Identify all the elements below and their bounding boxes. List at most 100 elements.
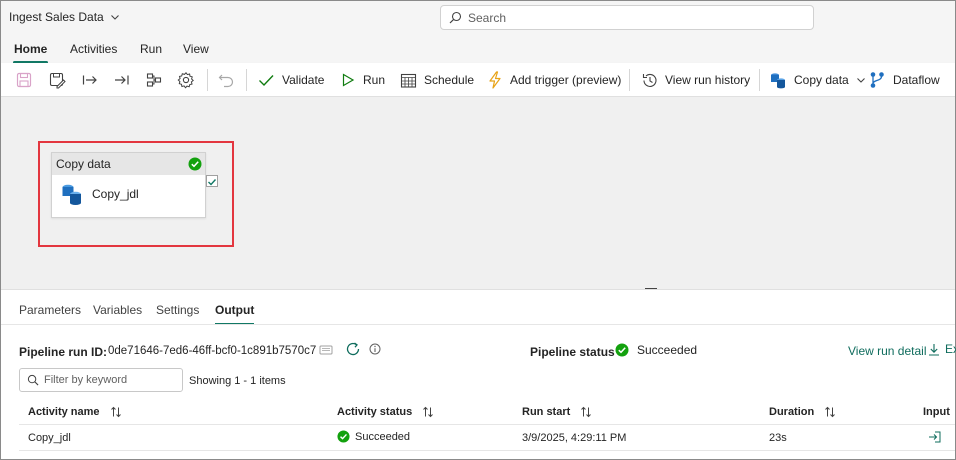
auto-align-button[interactable] [145, 63, 163, 97]
undo-icon [218, 74, 234, 88]
sort-icon [825, 406, 836, 418]
column-header-label: Activity status [337, 406, 413, 418]
run-id-value: 0de71646-7ed6-46ff-bcf0-1c891b7570c7 [108, 345, 317, 357]
duration-cell: 23s [769, 432, 787, 444]
lightning-icon [489, 71, 501, 89]
success-check-icon [337, 430, 350, 443]
checkmark-icon [208, 179, 217, 186]
download-icon [929, 343, 939, 356]
tab-activities[interactable]: Activities [70, 42, 117, 56]
run-id-label: Pipeline run ID: [19, 345, 108, 359]
pipeline-canvas[interactable]: Copy data Copy_jdl [1, 97, 955, 289]
arrow-right-bar-icon [82, 75, 97, 85]
dataflow-button[interactable]: Dataflow [869, 63, 940, 97]
save-icon [16, 72, 32, 88]
tab-parameters[interactable]: Parameters [19, 303, 81, 317]
activity-status-cell: Succeeded [337, 430, 410, 443]
activity-name-link[interactable]: Copy_jdl [28, 432, 71, 444]
undo-button[interactable] [217, 63, 235, 97]
skip-button[interactable] [113, 63, 131, 97]
copy-data-activity[interactable]: Copy data Copy_jdl [51, 152, 206, 218]
app-title-dropdown[interactable]: Ingest Sales Data [9, 10, 120, 24]
divider [1, 324, 955, 325]
run-button[interactable]: Run [340, 63, 385, 97]
view-run-detail-link[interactable]: View run detail [848, 344, 927, 358]
column-header-label: Input [923, 406, 950, 418]
refresh-icon[interactable] [345, 341, 361, 357]
activity-header: Copy data [52, 153, 205, 175]
arrow-to-end-icon [115, 75, 129, 85]
toolbar-divider [759, 69, 760, 91]
save-button[interactable] [15, 63, 33, 97]
sort-icon [581, 406, 592, 418]
input-icon[interactable] [928, 431, 941, 443]
layout-icon [146, 73, 162, 87]
save-as-button[interactable] [48, 63, 66, 97]
toolbar-divider [629, 69, 630, 91]
dataflow-label: Dataflow [893, 73, 940, 87]
view-run-history-button[interactable]: View run history [641, 63, 750, 97]
copy-data-icon [62, 184, 81, 205]
search-input[interactable] [468, 10, 788, 25]
schedule-button[interactable]: Schedule [400, 63, 474, 97]
column-header-input[interactable]: Input [923, 406, 950, 418]
column-header-label: Duration [769, 406, 815, 418]
tab-variables[interactable]: Variables [93, 303, 142, 317]
copy-data-dropdown[interactable]: Copy data [769, 63, 866, 97]
export-button[interactable]: Exp [928, 342, 956, 356]
copy-data-icon [771, 73, 785, 89]
settings-button[interactable] [177, 63, 195, 97]
tab-output[interactable]: Output [215, 303, 255, 325]
info-icon[interactable] [369, 343, 381, 355]
toolbar-divider [207, 69, 208, 91]
chevron-down-icon [856, 78, 865, 83]
validate-label: Validate [282, 73, 325, 87]
activity-status-value: Succeeded [355, 430, 411, 443]
column-header-label: Activity name [28, 406, 100, 418]
add-trigger-label: Add trigger (preview) [510, 73, 622, 87]
column-header-activity-name[interactable]: Activity name [28, 406, 122, 418]
search-box[interactable] [440, 5, 814, 30]
history-icon [642, 73, 657, 87]
copy-icon[interactable] [319, 344, 333, 356]
column-header-duration[interactable]: Duration [769, 406, 836, 418]
activity-type-label: Copy data [56, 157, 111, 171]
column-header-run-start[interactable]: Run start [522, 406, 592, 418]
output-panel: Parameters Variables Settings Output Pip… [1, 289, 956, 459]
pipeline-status-label: Pipeline status [530, 345, 615, 359]
tab-settings[interactable]: Settings [156, 303, 199, 317]
menu-bar: Home Activities Run View [1, 35, 955, 64]
tab-home[interactable]: Home [12, 42, 49, 64]
toolbar-divider [246, 69, 247, 91]
add-trigger-button[interactable]: Add trigger (preview) [487, 63, 621, 97]
connect-button[interactable] [81, 63, 99, 97]
export-label: Exp [945, 342, 956, 356]
schedule-label: Schedule [424, 73, 475, 87]
column-header-label: Run start [522, 406, 571, 418]
pipeline-status-value: Succeeded [637, 343, 698, 357]
activity-body: Copy_jdl [52, 175, 205, 213]
showing-count: Showing 1 - 1 items [189, 375, 286, 387]
tab-run[interactable]: Run [140, 42, 162, 56]
activity-output-checkbox[interactable] [206, 175, 218, 187]
checkmark-icon [259, 75, 274, 87]
table-header-divider [19, 424, 955, 425]
gear-icon [177, 72, 194, 89]
save-edit-icon [49, 72, 66, 89]
activity-name: Copy_jdl [92, 187, 139, 201]
sort-icon [110, 406, 121, 418]
search-icon [27, 374, 39, 386]
column-header-activity-status[interactable]: Activity status [337, 406, 434, 418]
success-check-icon [188, 157, 202, 171]
dataflow-icon [870, 72, 884, 88]
play-icon [342, 73, 355, 87]
chevron-down-icon [110, 15, 119, 20]
validate-button[interactable]: Validate [257, 63, 324, 97]
filter-input[interactable] [44, 374, 174, 386]
run-label: Run [363, 73, 386, 87]
filter-box[interactable] [19, 368, 183, 392]
tab-view[interactable]: View [183, 42, 209, 56]
view-run-history-label: View run history [665, 73, 751, 87]
table-row-divider [19, 450, 955, 451]
success-check-icon [615, 343, 629, 357]
